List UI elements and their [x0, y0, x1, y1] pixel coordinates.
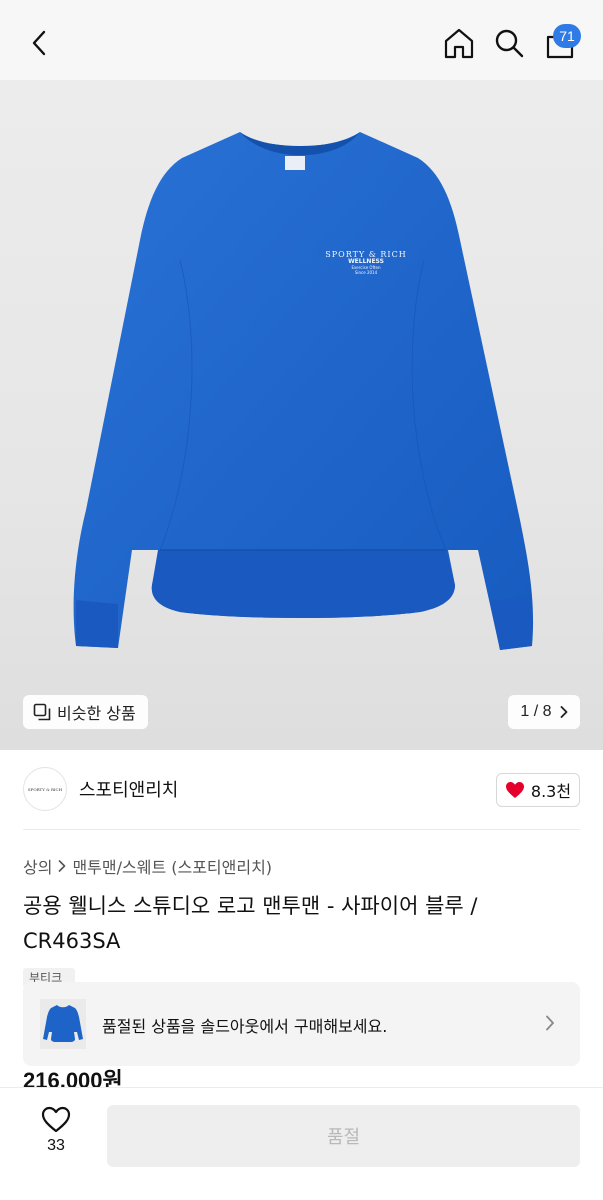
buy-button-soldout[interactable]: 품절 — [107, 1105, 580, 1167]
breadcrumb-category[interactable]: 상의 — [23, 854, 52, 878]
brand-logo-text: SPORTY & RICH — [27, 786, 63, 792]
soldout-message: 품절된 상품을 솔드아웃에서 구매해보세요. — [102, 1017, 388, 1036]
soldout-banner[interactable]: 품절된 상품을 솔드아웃에서 구매해보세요. — [23, 982, 580, 1066]
copy-icon — [33, 703, 51, 721]
back-button[interactable] — [24, 26, 54, 60]
wishlist-count: 33 — [47, 1137, 65, 1154]
chest-logo: SPORTY & RICH WELLNESS Exercise Often Si… — [318, 250, 414, 275]
chevron-right-icon — [560, 706, 567, 718]
image-pager-label: 1 / 8 — [520, 703, 552, 720]
brand-name[interactable]: 스포티앤리치 — [79, 776, 178, 802]
product-title: 공용 웰니스 스튜디오 로고 맨투맨 - 사파이어 블루 / CR463SA — [23, 894, 478, 953]
brand-logo[interactable]: SPORTY & RICH — [23, 767, 67, 811]
divider — [23, 829, 580, 830]
chevron-right-icon — [546, 1015, 554, 1031]
similar-products-button[interactable]: 비슷한 상품 — [23, 695, 148, 729]
similar-products-label: 비슷한 상품 — [57, 704, 136, 723]
heart-filled-icon — [505, 782, 524, 798]
bottom-action-bar: 33 품절 — [0, 1087, 603, 1200]
chevron-left-icon — [32, 30, 46, 56]
cart-count-badge: 71 — [553, 24, 581, 48]
search-icon — [495, 29, 524, 58]
heart-outline-icon — [41, 1106, 71, 1133]
home-icon — [444, 28, 474, 59]
chevron-right-icon — [59, 860, 66, 872]
product-image — [73, 132, 534, 650]
search-button[interactable] — [492, 26, 526, 60]
wishlist-button[interactable]: 33 — [30, 1106, 82, 1166]
soldout-thumbnail — [40, 999, 86, 1049]
breadcrumb: 상의 맨투맨/스웨트 (스포티앤리치) — [23, 854, 272, 878]
top-navigation-bar: 71 — [0, 0, 603, 80]
product-image-gallery[interactable]: SPORTY & RICH WELLNESS Exercise Often Si… — [0, 80, 603, 750]
brand-row: SPORTY & RICH 스포티앤리치 8.3천 — [0, 750, 603, 830]
brand-like-button[interactable]: 8.3천 — [496, 773, 580, 807]
brand-like-count: 8.3천 — [530, 782, 572, 801]
home-button[interactable] — [442, 26, 476, 60]
breadcrumb-subcategory[interactable]: 맨투맨/스웨트 (스포티앤리치) — [72, 854, 272, 878]
chest-logo-line4: Since 2014 — [354, 269, 378, 275]
image-pager-button[interactable]: 1 / 8 — [508, 695, 580, 729]
